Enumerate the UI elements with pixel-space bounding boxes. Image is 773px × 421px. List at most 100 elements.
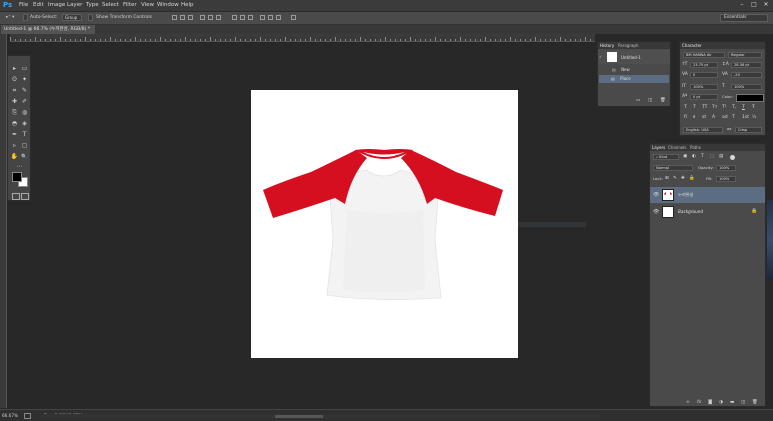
font-size-field[interactable]: 23.75 pt xyxy=(690,62,718,68)
tab-layers[interactable]: Layers xyxy=(652,145,665,150)
layer-filter-dropdown[interactable]: ⌕ Kind xyxy=(653,154,679,160)
tracking-field[interactable]: -20 xyxy=(731,72,762,78)
filter-pixel-icon[interactable]: ▣ xyxy=(683,154,687,159)
marquee-tool-icon[interactable]: ▭ xyxy=(20,65,29,73)
new-layer-icon[interactable]: ◫ xyxy=(741,400,745,405)
maximize-button[interactable]: □ xyxy=(749,1,759,9)
tab-history[interactable]: History xyxy=(600,43,614,48)
auto-align-icon[interactable] xyxy=(291,15,296,20)
visibility-eye-icon[interactable]: 👁 xyxy=(653,209,659,215)
blend-mode-dropdown[interactable]: Normal xyxy=(653,165,693,171)
link-icon[interactable]: ∞ xyxy=(686,400,690,405)
titling-alt-icon[interactable]: T xyxy=(732,115,735,120)
quick-select-tool-icon[interactable]: ✦ xyxy=(20,76,29,84)
filter-toggle-icon[interactable] xyxy=(730,155,735,160)
history-brush-tool-icon[interactable]: ◍ xyxy=(20,109,29,117)
tab-channels[interactable]: Channels xyxy=(668,145,687,150)
vertical-scale-field[interactable]: 100% xyxy=(690,84,718,90)
discretionary-ligature-icon[interactable]: st xyxy=(702,115,706,120)
distribute-top-icon[interactable] xyxy=(232,15,237,20)
menu-image[interactable]: Image xyxy=(48,2,65,8)
horizontal-scrollbar-thumb[interactable] xyxy=(275,415,323,418)
all-caps-icon[interactable]: TT xyxy=(702,105,707,110)
menu-file[interactable]: File xyxy=(19,2,28,8)
gradient-tool-icon[interactable]: ◈ xyxy=(20,120,29,128)
menu-edit[interactable]: Edit xyxy=(33,2,44,8)
mask-icon[interactable]: ◙ xyxy=(708,400,712,405)
layer-row-background[interactable]: 👁 Background 🔒 xyxy=(650,204,765,220)
distribute-vcenter-icon[interactable] xyxy=(240,15,245,20)
lock-transparent-icon[interactable]: ⊞ xyxy=(665,176,669,181)
small-caps-icon[interactable]: Tт xyxy=(712,105,717,110)
healing-tool-icon[interactable]: ✚ xyxy=(10,98,19,106)
filter-smart-object-icon[interactable]: ▤ xyxy=(719,154,723,159)
align-bottom-icon[interactable] xyxy=(188,15,193,20)
history-state-new[interactable]: ▤ New xyxy=(600,66,652,74)
minimize-button[interactable]: – xyxy=(737,1,747,9)
subscript-icon[interactable]: T, xyxy=(732,105,736,110)
ordinals-icon[interactable]: 1st xyxy=(742,115,749,120)
move-tool-icon[interactable]: ▸⁺ ▾ xyxy=(6,15,14,20)
menu-window[interactable]: Window xyxy=(157,2,179,8)
brush-tool-icon[interactable]: ✐ xyxy=(20,98,29,106)
eyedropper-tool-icon[interactable]: ✎ xyxy=(20,87,29,95)
pen-tool-icon[interactable]: ✒ xyxy=(10,131,19,139)
history-brush-source-icon[interactable]: ✓ xyxy=(599,54,602,59)
faux-bold-icon[interactable]: T xyxy=(684,105,687,110)
align-right-icon[interactable] xyxy=(216,15,221,20)
stylistic-alt-icon[interactable]: ad xyxy=(722,115,728,120)
auto-select-checkbox[interactable] xyxy=(23,14,28,21)
superscript-icon[interactable]: T¹ xyxy=(722,105,727,110)
new-document-from-state-icon[interactable]: ▭ xyxy=(636,98,640,103)
path-select-tool-icon[interactable]: ▹ xyxy=(10,142,19,150)
baseline-shift-field[interactable]: 0 pt xyxy=(690,94,718,100)
language-dropdown[interactable]: English: USA xyxy=(683,127,723,133)
tab-character[interactable]: Character xyxy=(682,43,702,48)
lock-all-icon[interactable]: 🔒 xyxy=(689,176,695,181)
filter-shape-icon[interactable]: ⬚ xyxy=(710,154,714,159)
document-canvas[interactable] xyxy=(251,90,518,358)
foreground-color-swatch[interactable] xyxy=(12,172,22,182)
history-state-place[interactable]: ▤ Place xyxy=(599,75,669,83)
folder-icon[interactable]: ▬ xyxy=(730,400,734,405)
menu-select[interactable]: Select xyxy=(102,2,119,8)
workspace-switcher[interactable]: Essentials xyxy=(720,14,768,22)
visibility-eye-icon[interactable]: 👁 xyxy=(653,192,659,198)
font-family-dropdown[interactable]: BM HANNA Air xyxy=(683,52,725,58)
clone-stamp-tool-icon[interactable]: ⎘ xyxy=(10,109,19,117)
align-hcenter-icon[interactable] xyxy=(208,15,213,20)
contextual-alt-icon[interactable]: ∂ xyxy=(693,115,695,120)
edit-toolbar-icon[interactable]: ⋯ xyxy=(15,163,24,171)
quick-mask-icon[interactable] xyxy=(12,193,20,200)
menu-filter[interactable]: Filter xyxy=(123,2,137,8)
trash-icon[interactable]: 🗑 xyxy=(752,400,758,405)
distribute-left-icon[interactable] xyxy=(260,15,265,20)
new-snapshot-icon[interactable]: ◫ xyxy=(648,98,652,103)
font-style-dropdown[interactable]: Regular xyxy=(728,52,762,58)
tab-paths[interactable]: Paths xyxy=(690,145,701,150)
layer-row-nukki[interactable]: 👁 누끼완성 xyxy=(650,187,765,203)
trash-icon[interactable]: 🗑 xyxy=(660,98,666,103)
tab-paragraph[interactable]: Paragraph xyxy=(618,43,639,48)
distribute-right-icon[interactable] xyxy=(276,15,281,20)
move-tool-icon[interactable]: ▸ xyxy=(10,65,19,73)
history-snapshot-row[interactable]: ✓ Untitled-1 xyxy=(598,50,670,64)
antialias-dropdown[interactable]: Crisp xyxy=(735,127,762,133)
distribute-bottom-icon[interactable] xyxy=(248,15,253,20)
zoom-tool-icon[interactable]: 🔍 xyxy=(20,153,29,161)
align-left-icon[interactable] xyxy=(200,15,205,20)
leading-field[interactable]: 28.56 pt xyxy=(731,62,762,68)
swash-icon[interactable]: A xyxy=(712,115,715,120)
close-button[interactable]: ✕ xyxy=(761,1,771,9)
type-tool-icon[interactable]: T xyxy=(20,131,29,139)
document-tab[interactable]: Untitled-1 @ 66.7% (누끼완성, RGB/8) * xyxy=(1,25,95,34)
menu-type[interactable]: Type xyxy=(86,2,99,8)
lock-image-icon[interactable]: ✎ xyxy=(673,176,677,181)
crop-tool-icon[interactable]: ⌗ xyxy=(10,87,19,95)
screen-mode-icon[interactable] xyxy=(21,193,29,200)
menu-view[interactable]: View xyxy=(141,2,154,8)
horizontal-scale-field[interactable]: 100% xyxy=(731,84,762,90)
kerning-field[interactable]: 0 xyxy=(690,72,718,78)
opacity-field[interactable]: 100% xyxy=(716,165,736,171)
hand-tool-icon[interactable]: ✋ xyxy=(10,153,19,161)
